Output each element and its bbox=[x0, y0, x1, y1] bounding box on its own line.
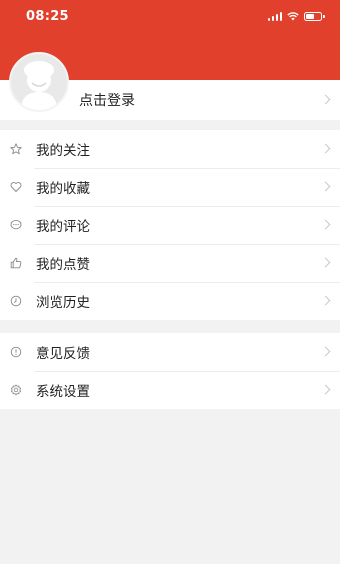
menu-item-label: 浏览历史 bbox=[36, 295, 90, 311]
wifi-icon bbox=[287, 11, 299, 20]
avatar[interactable] bbox=[9, 52, 69, 112]
menu-group-app: 意见反馈 系统设置 bbox=[0, 333, 340, 409]
settings-icon bbox=[9, 383, 23, 397]
menu-item-label: 我的收藏 bbox=[36, 181, 90, 197]
chevron-right-icon bbox=[320, 295, 331, 306]
menu-item-feedback[interactable]: 意见反馈 bbox=[0, 333, 340, 371]
menu-item-label: 我的点赞 bbox=[36, 257, 90, 273]
menu-item-label: 我的评论 bbox=[36, 219, 90, 235]
signal-icon bbox=[267, 11, 282, 21]
menu-item-history[interactable]: 浏览历史 bbox=[0, 282, 340, 320]
chevron-right-icon bbox=[320, 181, 331, 192]
login-link[interactable]: 点击登录 bbox=[79, 90, 135, 110]
chevron-right-icon bbox=[320, 219, 331, 230]
menu-item-follow[interactable]: 我的关注 bbox=[0, 130, 340, 168]
menu-item-likes[interactable]: 我的点赞 bbox=[0, 244, 340, 282]
chevron-right-icon bbox=[320, 94, 331, 105]
status-bar: 08:25 bbox=[0, 0, 340, 32]
chevron-right-icon bbox=[320, 143, 331, 154]
menu-item-label: 我的关注 bbox=[36, 143, 90, 159]
menu-item-comments[interactable]: 我的评论 bbox=[0, 206, 340, 244]
menu-item-settings[interactable]: 系统设置 bbox=[0, 371, 340, 409]
chevron-right-icon bbox=[320, 346, 331, 357]
menu-item-label: 意见反馈 bbox=[36, 346, 90, 362]
feedback-icon bbox=[9, 345, 23, 359]
thumbs-up-icon bbox=[9, 256, 23, 270]
status-icons bbox=[267, 11, 325, 21]
heart-icon bbox=[9, 180, 23, 194]
comment-icon bbox=[9, 218, 23, 232]
menu-item-label: 系统设置 bbox=[36, 384, 90, 400]
battery-icon bbox=[304, 11, 325, 21]
menu-group-personal: 我的关注 我的收藏 我的评论 我的点赞 浏览历史 bbox=[0, 130, 340, 320]
menu-item-favorites[interactable]: 我的收藏 bbox=[0, 168, 340, 206]
chevron-right-icon bbox=[320, 384, 331, 395]
chevron-right-icon bbox=[320, 257, 331, 268]
user-avatar-icon bbox=[21, 61, 57, 110]
status-time: 08:25 bbox=[26, 8, 69, 24]
history-icon bbox=[9, 294, 23, 308]
star-icon bbox=[9, 142, 23, 156]
